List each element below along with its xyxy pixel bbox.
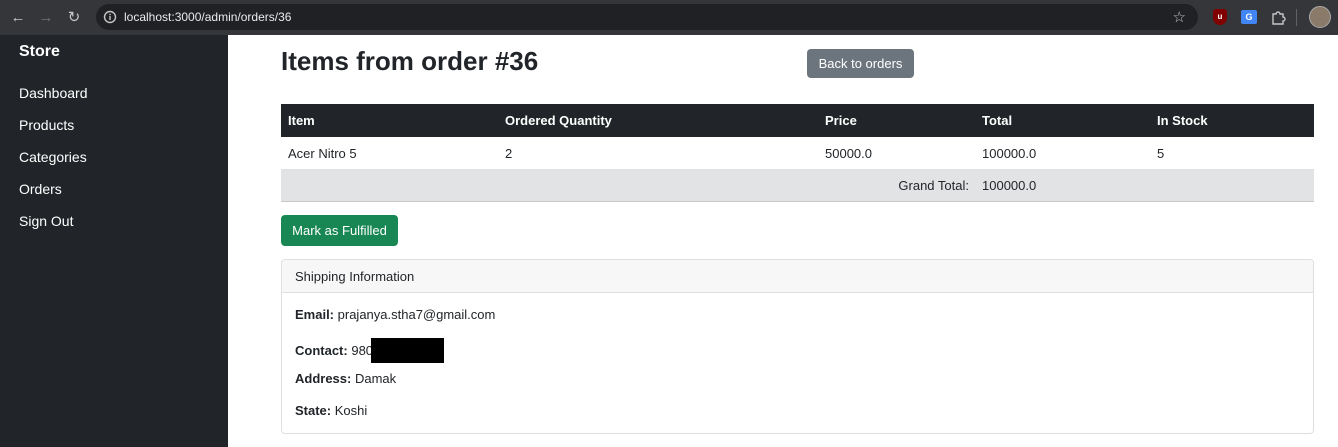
back-arrow-icon[interactable]: ← [4,3,32,31]
quantity-cell: 2 [505,145,513,161]
sidebar-item-categories[interactable]: Categories [19,149,87,165]
column-header-ordered-quantity: Ordered Quantity [505,113,612,128]
address-bar[interactable]: localhost:3000/admin/orders/36 ☆ [96,4,1198,30]
forward-arrow-icon[interactable]: → [32,3,60,31]
column-header-total: Total [982,113,1013,128]
order-items-table: Item Ordered Quantity Price Total In Sto… [281,104,1314,202]
translate-icon[interactable]: G [1239,7,1259,27]
price-cell: 50000.0 [825,145,872,161]
total-cell: 100000.0 [982,145,1037,161]
sidebar-item-sign-out[interactable]: Sign Out [19,213,73,229]
sidebar-item-orders[interactable]: Orders [19,181,62,197]
address-label: Address: [295,371,352,386]
column-header-item: Item [288,113,315,128]
ublock-icon[interactable]: u [1210,7,1230,27]
state-value: Koshi [334,403,368,418]
toolbar-divider [1296,9,1297,26]
browser-toolbar: ← → ↻ localhost:3000/admin/orders/36 ☆ u… [0,0,1338,35]
table-row: Acer Nitro 5 2 50000.0 100000.0 5 [281,137,1314,170]
grand-total-row: Grand Total: 100000.0 [281,170,1314,202]
item-name-cell: Acer Nitro 5 [288,145,357,161]
state-line: State: Koshi [295,403,367,418]
url-text: localhost:3000/admin/orders/36 [124,10,292,24]
sidebar-item-dashboard[interactable]: Dashboard [19,85,88,101]
in-stock-cell: 5 [1157,145,1165,161]
back-to-orders-button[interactable]: Back to orders [807,49,914,78]
contact-value: 980 [351,342,374,358]
address-value: Damak [354,371,397,386]
contact-line: Contact: 980 [295,338,445,364]
grand-total-label: Grand Total: [898,178,969,193]
redaction-box [371,338,445,363]
contact-label: Contact: [295,342,348,358]
site-info-icon[interactable] [96,10,124,24]
address-line: Address: Damak [295,371,396,386]
column-header-in-stock: In Stock [1157,113,1208,128]
shipping-info-card: Shipping Information Email: prajanya.sth… [281,259,1314,434]
email-value: prajanya.stha7@gmail.com [337,307,496,322]
star-icon[interactable]: ☆ [1173,8,1186,26]
email-label: Email: [295,307,335,322]
table-header: Item Ordered Quantity Price Total In Sto… [281,104,1314,137]
page-title: Items from order #36 [281,46,539,76]
mark-as-fulfilled-button[interactable]: Mark as Fulfilled [281,215,398,246]
puzzle-icon[interactable] [1268,7,1288,27]
profile-avatar[interactable] [1309,6,1331,28]
state-label: State: [295,403,332,418]
sidebar-item-products[interactable]: Products [19,117,74,133]
sidebar: Store Dashboard Products Categories Orde… [0,35,228,447]
shipping-info-header: Shipping Information [282,260,1313,293]
grand-total-value: 100000.0 [982,178,1037,193]
reload-icon[interactable]: ↻ [60,3,88,31]
email-line: Email: prajanya.stha7@gmail.com [295,307,495,322]
brand-title[interactable]: Store [19,43,60,61]
column-header-price: Price [825,113,857,128]
